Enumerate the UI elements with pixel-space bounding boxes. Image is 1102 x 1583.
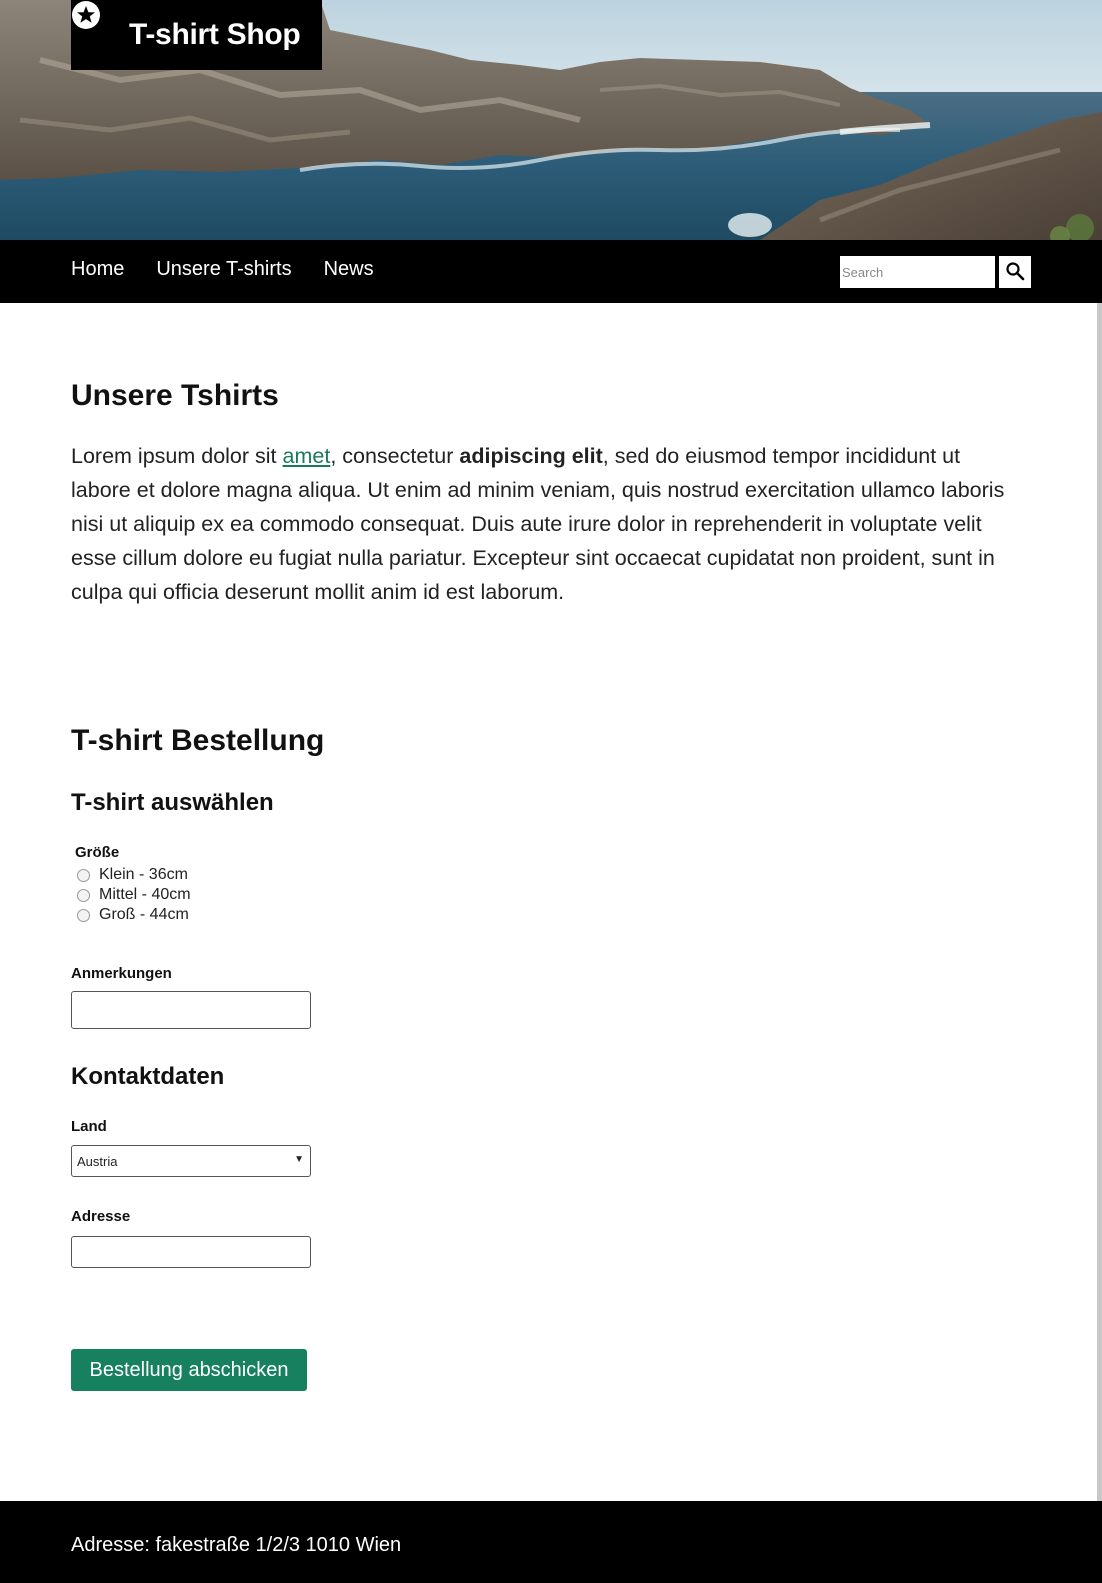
- scrollbar-thumb[interactable]: [1097, 303, 1102, 1519]
- main-nav: Home Unsere T-shirts News: [0, 240, 1102, 303]
- magnifier-icon: [1005, 261, 1025, 284]
- size-legend: Größe: [75, 844, 120, 861]
- country-selected-value: Austria: [77, 1153, 118, 1169]
- nav-item-news[interactable]: News: [324, 258, 374, 281]
- size-option-klein[interactable]: Klein - 36cm: [77, 865, 191, 885]
- site-title: T-shirt Shop: [129, 18, 301, 51]
- intro-text-2: , consectetur: [330, 444, 460, 468]
- radio-button[interactable]: [77, 888, 90, 902]
- country-label: Land: [71, 1118, 107, 1135]
- footer-address: Adresse: fakestraße 1/2/3 1010 Wien: [71, 1534, 402, 1556]
- intro-paragraph: Lorem ipsum dolor sit amet, consectetur …: [71, 439, 1021, 609]
- nav-item-home[interactable]: Home: [71, 258, 124, 281]
- nav-links: Home Unsere T-shirts News: [71, 258, 374, 281]
- radio-button[interactable]: [77, 908, 90, 922]
- country-select[interactable]: Austria ▼: [71, 1145, 311, 1177]
- intro-link[interactable]: amet: [283, 444, 331, 468]
- page-title: Unsere Tshirts: [71, 379, 279, 412]
- radio-label: Mittel - 40cm: [99, 886, 191, 903]
- nav-item-unsere-t-shirts[interactable]: Unsere T-shirts: [156, 258, 291, 281]
- search-form: [840, 256, 1031, 288]
- size-option-mittel[interactable]: Mittel - 40cm: [77, 885, 191, 905]
- intro-text-3: , sed do eiusmod tempor incididunt ut la…: [71, 444, 1005, 604]
- submit-order-button[interactable]: Bestellung abschicken: [71, 1349, 307, 1391]
- radio-label: Klein - 36cm: [99, 866, 188, 883]
- order-title: T-shirt Bestellung: [71, 724, 325, 757]
- intro-text-1: Lorem ipsum dolor sit: [71, 444, 283, 468]
- search-input[interactable]: [840, 256, 995, 288]
- notes-label: Anmerkungen: [71, 965, 172, 982]
- notes-textarea[interactable]: [71, 991, 311, 1029]
- star-in-circle-icon: [72, 1, 119, 50]
- page-scrollbar[interactable]: [1097, 303, 1102, 1519]
- radio-button[interactable]: [77, 868, 90, 882]
- address-input[interactable]: [71, 1236, 311, 1268]
- address-label: Adresse: [71, 1208, 131, 1225]
- search-button[interactable]: [999, 256, 1031, 288]
- footer: Adresse: fakestraße 1/2/3 1010 Wien: [0, 1501, 1102, 1583]
- hero-banner: T-shirt Shop: [0, 0, 1102, 240]
- size-option-gross[interactable]: Groß - 44cm: [77, 905, 191, 925]
- intro-bold: adipiscing elit: [459, 444, 603, 468]
- size-options: Klein - 36cm Mittel - 40cm Groß - 44cm: [77, 865, 191, 925]
- contact-heading: Kontaktdaten: [71, 1063, 225, 1090]
- dropdown-arrow-icon: ▼: [294, 1154, 304, 1165]
- radio-label: Groß - 44cm: [99, 906, 189, 923]
- logo[interactable]: T-shirt Shop: [71, 0, 322, 70]
- select-tshirt-heading: T-shirt auswählen: [71, 789, 274, 816]
